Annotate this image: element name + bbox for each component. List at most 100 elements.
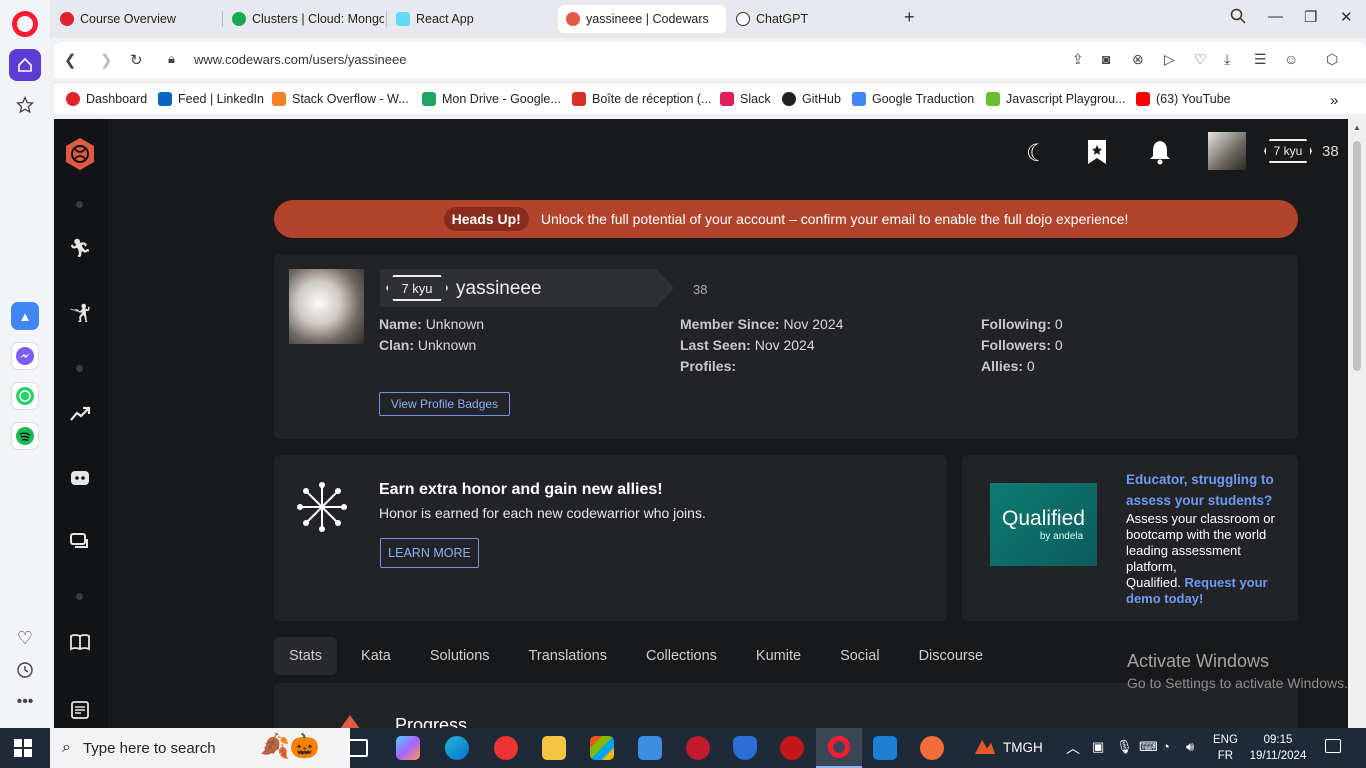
spotify-icon[interactable] bbox=[11, 422, 39, 450]
postman-icon[interactable] bbox=[920, 736, 944, 760]
bookmarks-overflow-button[interactable]: » bbox=[1330, 92, 1338, 109]
home-icon[interactable] bbox=[9, 49, 41, 81]
restore-icon[interactable]: ❐ bbox=[1304, 8, 1317, 26]
bookmark-slack[interactable]: Slack bbox=[720, 92, 771, 106]
messenger-icon[interactable] bbox=[11, 342, 39, 370]
tab-solutions[interactable]: Solutions bbox=[415, 637, 505, 675]
download-icon[interactable]: ⤓ bbox=[1224, 51, 1230, 68]
new-tab-button[interactable]: + bbox=[904, 7, 915, 28]
ime-icon[interactable]: ⌨︎ bbox=[1139, 739, 1158, 755]
game-app-icon[interactable] bbox=[780, 736, 804, 760]
camera-icon[interactable]: ◙ bbox=[1102, 51, 1110, 67]
avatar[interactable] bbox=[1208, 132, 1246, 170]
microphone-icon[interactable]: 🎙︎ bbox=[1116, 739, 1133, 755]
leaderboard-icon[interactable] bbox=[68, 403, 92, 427]
screen-recorder-icon[interactable] bbox=[686, 736, 710, 760]
bookmark-dashboard[interactable]: Dashboard bbox=[66, 92, 147, 106]
close-icon[interactable]: ✕ bbox=[1340, 8, 1353, 26]
bookmark-linkedin[interactable]: Feed | LinkedIn bbox=[158, 92, 264, 106]
taskbar-search[interactable]: ⌕ Type here to search 🍂🎃 bbox=[50, 728, 350, 768]
language-indicator[interactable]: ENG FR bbox=[1213, 732, 1238, 764]
search-tabs-icon[interactable] bbox=[1230, 8, 1246, 28]
notifications-center-icon[interactable] bbox=[1325, 739, 1341, 753]
tab-discourse[interactable]: Discourse bbox=[904, 637, 998, 675]
view-profile-badges-button[interactable]: View Profile Badges bbox=[379, 392, 510, 416]
practice-icon[interactable]: 🤺︎ bbox=[68, 303, 92, 327]
edge-icon[interactable] bbox=[445, 736, 469, 760]
tab-social[interactable]: Social bbox=[825, 637, 895, 675]
tab-codewars[interactable]: yassineee | Codewars bbox=[558, 5, 726, 33]
volume-icon[interactable]: 🔊︎ bbox=[1186, 739, 1194, 755]
play-icon[interactable]: ▷ bbox=[1164, 51, 1175, 68]
bookmark-google-translate[interactable]: Google Traduction bbox=[852, 92, 974, 106]
star-icon[interactable] bbox=[9, 89, 41, 121]
tab-course-overview[interactable]: Course Overview bbox=[52, 5, 220, 33]
tab-react-app[interactable]: React App bbox=[388, 5, 552, 33]
aria-icon[interactable]: ▲ bbox=[11, 302, 39, 330]
ad-heading[interactable]: Educator, struggling to assess your stud… bbox=[1126, 469, 1276, 511]
tray-chevron-icon[interactable]: ︿ bbox=[1066, 738, 1080, 758]
blog-icon[interactable] bbox=[68, 699, 92, 723]
tab-collections[interactable]: Collections bbox=[631, 637, 732, 675]
copilot-icon[interactable] bbox=[396, 736, 420, 760]
tab-chatgpt[interactable]: ChatGPT bbox=[728, 5, 888, 33]
back-icon[interactable]: ❮ bbox=[64, 51, 77, 69]
url-field[interactable]: www.codewars.com/users/yassineee bbox=[194, 52, 406, 67]
weather-text[interactable]: TMGH bbox=[1003, 740, 1043, 755]
bookmark-youtube[interactable]: (63) YouTube bbox=[1136, 92, 1231, 106]
heart-icon[interactable]: ♡ bbox=[1194, 51, 1207, 68]
vscode-icon[interactable] bbox=[873, 736, 897, 760]
app-icon[interactable] bbox=[638, 736, 662, 760]
page-scrollbar[interactable]: ▲ bbox=[1348, 119, 1366, 728]
following-value[interactable]: 0 bbox=[1055, 316, 1063, 332]
opera-logo-icon[interactable] bbox=[12, 11, 38, 37]
lock-icon[interactable]: 🔒︎ bbox=[168, 51, 175, 67]
security-icon[interactable] bbox=[733, 736, 757, 760]
tab-kata[interactable]: Kata bbox=[346, 637, 406, 675]
training-icon[interactable]: 🏃︎ bbox=[68, 238, 92, 262]
history-icon[interactable] bbox=[9, 654, 41, 686]
easy-setup-icon[interactable]: ☰ bbox=[1254, 51, 1267, 68]
scrollbar-thumb[interactable] bbox=[1353, 141, 1361, 371]
bookmark-icon[interactable] bbox=[1086, 139, 1108, 172]
tab-stats[interactable]: Stats bbox=[274, 637, 338, 675]
bookmark-github[interactable]: GitHub bbox=[782, 92, 841, 106]
taskbar-opera-active[interactable] bbox=[816, 728, 862, 768]
file-explorer-icon[interactable] bbox=[542, 736, 566, 760]
task-view-icon[interactable] bbox=[348, 739, 368, 757]
adblock-icon[interactable]: ⊗ bbox=[1132, 51, 1144, 68]
weather-icon[interactable] bbox=[975, 740, 995, 754]
share-icon[interactable]: ⇪ bbox=[1072, 51, 1084, 68]
wps-icon[interactable] bbox=[494, 736, 518, 760]
email-confirm-banner[interactable]: Heads Up! Unlock the full potential of y… bbox=[274, 200, 1298, 238]
tray-app-icon[interactable]: ▣ bbox=[1092, 739, 1104, 755]
reload-icon[interactable]: ↻ bbox=[130, 51, 143, 69]
whatsapp-icon[interactable] bbox=[11, 382, 39, 410]
codewars-logo-icon[interactable] bbox=[62, 136, 98, 175]
sponsor-ad-panel[interactable]: Qualified by andela Educator, struggling… bbox=[962, 455, 1298, 621]
learn-more-button[interactable]: LEARN MORE bbox=[380, 538, 479, 568]
qualified-logo[interactable]: Qualified by andela bbox=[990, 483, 1097, 566]
followers-value[interactable]: 0 bbox=[1055, 337, 1063, 353]
docs-icon[interactable] bbox=[68, 631, 92, 655]
profile-icon[interactable]: ☺ bbox=[1284, 51, 1298, 67]
bookmark-google-drive[interactable]: Mon Drive - Google... bbox=[422, 92, 561, 106]
discord-icon[interactable] bbox=[68, 467, 92, 491]
more-options-icon[interactable]: ••• bbox=[9, 686, 41, 718]
discussions-icon[interactable] bbox=[68, 531, 92, 555]
extensions-icon[interactable]: ⬡ bbox=[1326, 51, 1338, 68]
tab-kumite[interactable]: Kumite bbox=[741, 637, 816, 675]
notifications-icon[interactable] bbox=[1148, 139, 1172, 172]
bookmark-js-playground[interactable]: Javascript Playgrou... bbox=[986, 92, 1126, 106]
allies-value[interactable]: 0 bbox=[1027, 358, 1035, 374]
store-icon[interactable] bbox=[590, 736, 614, 760]
minimize-icon[interactable]: — bbox=[1268, 8, 1283, 25]
heart-icon[interactable]: ♡ bbox=[9, 622, 41, 654]
forward-icon[interactable]: ❯ bbox=[100, 51, 113, 69]
bookmark-stackoverflow[interactable]: Stack Overflow - W... bbox=[272, 92, 409, 106]
wifi-icon[interactable]: ◔ bbox=[1162, 739, 1170, 754]
tab-mongodb[interactable]: Clusters | Cloud: MongoD bbox=[224, 5, 384, 33]
windows-start-icon[interactable] bbox=[14, 739, 32, 760]
tab-translations[interactable]: Translations bbox=[514, 637, 622, 675]
clock[interactable]: 09:15 19/11/2024 bbox=[1246, 732, 1310, 764]
